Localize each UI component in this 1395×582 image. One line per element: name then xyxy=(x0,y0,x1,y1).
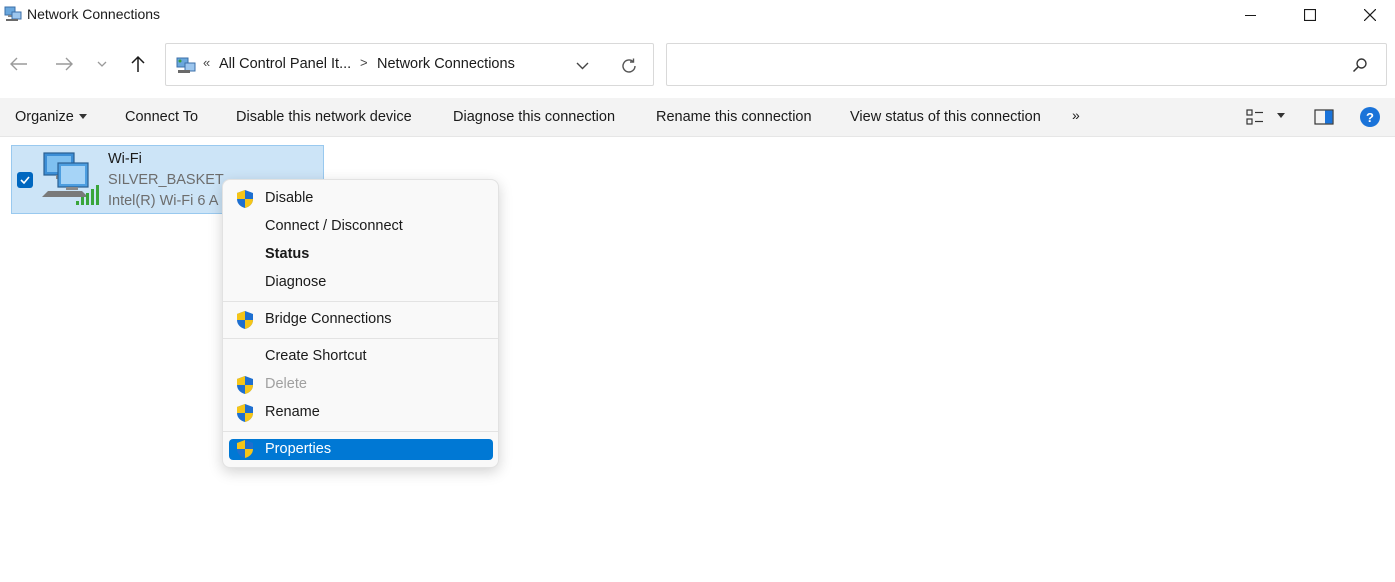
forward-button[interactable] xyxy=(52,52,76,76)
maximize-icon xyxy=(1304,9,1316,21)
control-panel-icon xyxy=(176,57,196,73)
breadcrumb-separator[interactable]: > xyxy=(360,55,368,70)
menu-separator xyxy=(223,338,498,339)
chevron-down-icon xyxy=(97,61,107,67)
item-checkbox[interactable] xyxy=(17,172,33,188)
minimize-icon xyxy=(1244,14,1256,16)
menu-item-label: Status xyxy=(265,246,310,262)
address-history-button[interactable] xyxy=(572,56,592,76)
uac-shield-icon xyxy=(237,376,253,394)
caret-down-icon[interactable] xyxy=(1277,113,1285,118)
uac-shield-icon xyxy=(237,404,253,422)
uac-shield-icon xyxy=(237,311,253,329)
menu-item-label: Delete xyxy=(265,376,307,392)
recent-locations-button[interactable] xyxy=(90,52,114,76)
checkmark-icon xyxy=(20,176,30,184)
breadcrumb-control-panel[interactable]: All Control Panel It... xyxy=(219,56,351,72)
back-button[interactable] xyxy=(7,52,31,76)
menu-item-properties[interactable]: Properties xyxy=(229,439,493,460)
connection-adapter: Intel(R) Wi-Fi 6 A xyxy=(108,193,219,209)
uac-shield-icon xyxy=(237,440,253,458)
search-input[interactable] xyxy=(675,52,1335,78)
menu-item-label: Properties xyxy=(265,441,332,457)
minimize-button[interactable] xyxy=(1220,0,1280,30)
refresh-icon xyxy=(622,58,636,73)
menu-item-create-shortcut[interactable]: Create Shortcut xyxy=(229,345,493,369)
up-button[interactable] xyxy=(126,52,150,76)
search-icon[interactable] xyxy=(1352,57,1368,73)
refresh-button[interactable] xyxy=(618,55,640,77)
close-button[interactable] xyxy=(1340,0,1395,30)
more-commands-button[interactable]: » xyxy=(1072,107,1080,123)
breadcrumb-network-connections[interactable]: Network Connections xyxy=(377,56,515,72)
diagnose-connection-button[interactable]: Diagnose this connection xyxy=(453,109,615,125)
arrow-up-icon xyxy=(131,55,145,72)
connection-network: SILVER_BASKET xyxy=(108,172,224,188)
menu-item-disable[interactable]: Disable xyxy=(229,187,493,211)
arrow-left-icon xyxy=(10,57,27,71)
menu-item-label: Connect / Disconnect xyxy=(265,218,403,234)
rename-connection-button[interactable]: Rename this connection xyxy=(656,109,812,125)
menu-item-label: Rename xyxy=(265,404,320,420)
caret-down-icon xyxy=(78,114,87,119)
view-options-icon[interactable] xyxy=(1246,109,1264,125)
help-button[interactable]: ? xyxy=(1360,107,1380,127)
address-bar[interactable]: « All Control Panel It... > Network Conn… xyxy=(165,43,654,86)
maximize-button[interactable] xyxy=(1280,0,1340,30)
menu-item-label: Bridge Connections xyxy=(265,311,392,327)
title-bar: Network Connections xyxy=(0,0,1395,30)
menu-item-diagnose[interactable]: Diagnose xyxy=(229,271,493,295)
connection-name: Wi-Fi xyxy=(108,151,142,167)
search-box[interactable] xyxy=(666,43,1387,86)
organize-label: Organize xyxy=(15,109,74,125)
menu-separator xyxy=(223,301,498,302)
window-title: Network Connections xyxy=(27,6,161,22)
menu-item-status[interactable]: Status xyxy=(229,243,493,267)
command-bar: Organize Connect To Disable this network… xyxy=(0,98,1395,137)
organize-button[interactable]: Organize xyxy=(15,109,87,125)
preview-pane-icon[interactable] xyxy=(1314,109,1334,125)
help-label: ? xyxy=(1366,109,1374,125)
menu-item-delete: Delete xyxy=(229,373,493,397)
menu-item-bridge-connections[interactable]: Bridge Connections xyxy=(229,308,493,332)
chevron-down-icon xyxy=(576,62,588,70)
wifi-adapter-icon xyxy=(42,152,99,205)
menu-item-label: Diagnose xyxy=(265,274,327,290)
network-connections-icon xyxy=(4,6,22,21)
address-overflow[interactable]: « xyxy=(203,55,210,70)
close-icon xyxy=(1364,9,1376,21)
arrow-right-icon xyxy=(56,57,73,71)
menu-item-rename[interactable]: Rename xyxy=(229,401,493,425)
view-status-button[interactable]: View status of this connection xyxy=(850,109,1041,125)
connect-to-button[interactable]: Connect To xyxy=(125,109,198,125)
menu-item-label: Create Shortcut xyxy=(265,348,367,364)
menu-item-connect-disconnect[interactable]: Connect / Disconnect xyxy=(229,215,493,239)
menu-separator xyxy=(223,431,498,432)
disable-device-button[interactable]: Disable this network device xyxy=(236,109,412,125)
context-menu: Disable Connect / Disconnect Status Diag… xyxy=(222,179,499,468)
uac-shield-icon xyxy=(237,190,253,208)
menu-item-label: Disable xyxy=(265,190,314,206)
